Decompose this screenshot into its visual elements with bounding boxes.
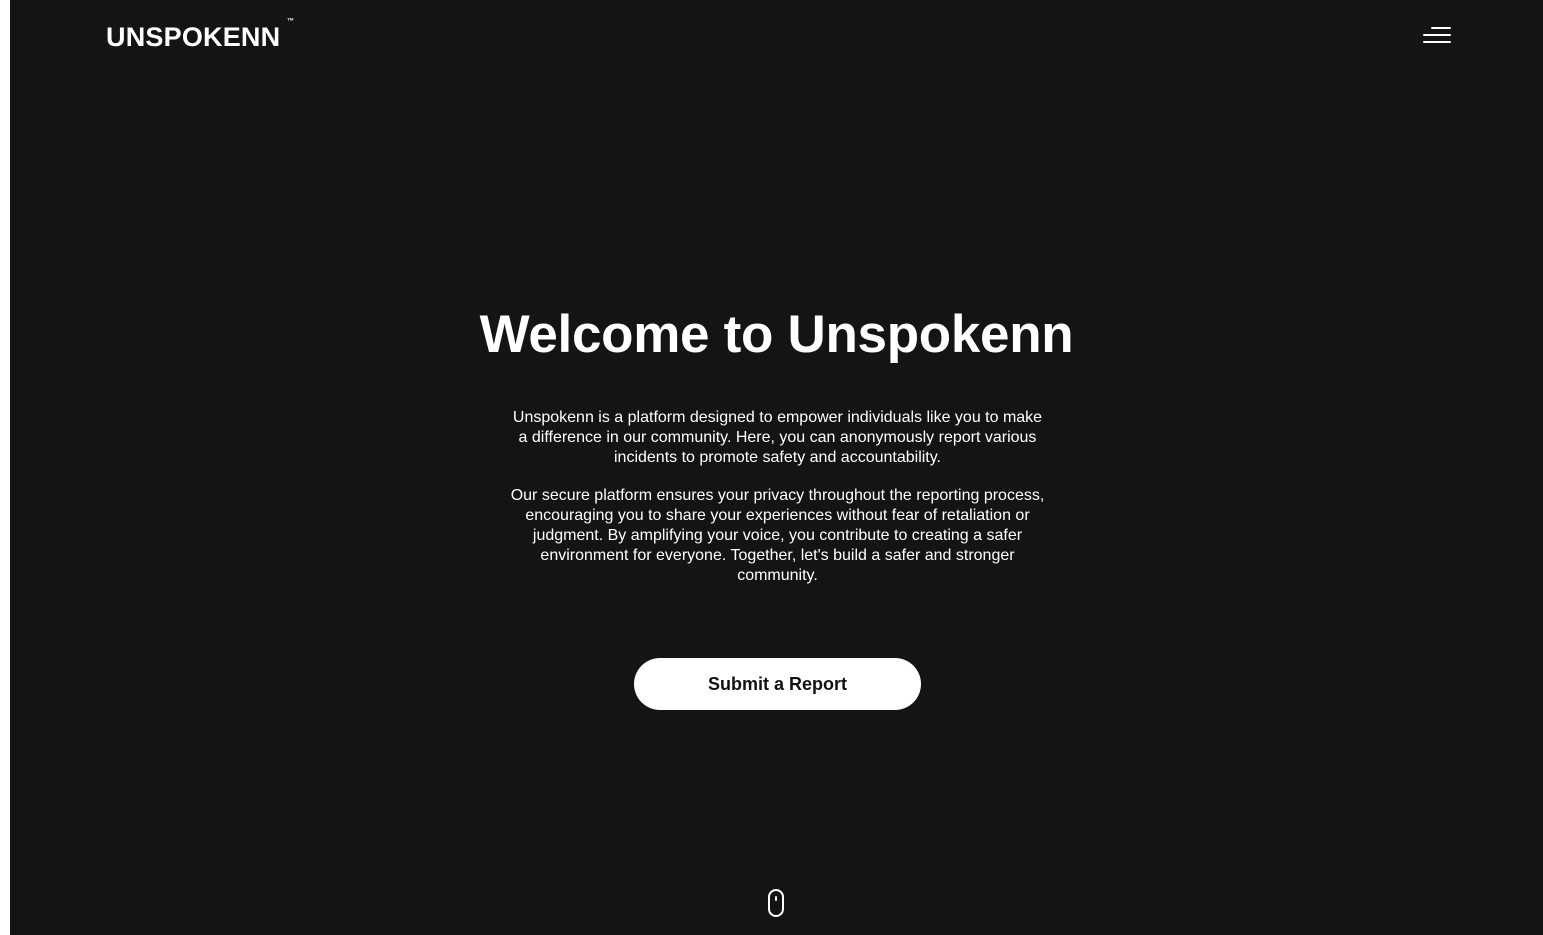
page: UNSPOKENN ™ Welcome to Unspokenn Unspoken… bbox=[10, 0, 1543, 935]
mouse-wheel bbox=[775, 896, 777, 901]
mouse-scroll-icon[interactable] bbox=[768, 889, 784, 917]
hero-intro-paragraph: Unspokenn is a platform designed to empo… bbox=[512, 409, 1043, 466]
hero-section: Welcome to Unspokenn Unspokenn is a plat… bbox=[10, 0, 1543, 935]
hero-privacy-paragraph: Our secure platform ensures your privacy… bbox=[510, 487, 1045, 584]
hero-title: Welcome to Unspokenn bbox=[479, 305, 1074, 364]
submit-report-button[interactable]: Submit a Report bbox=[634, 658, 921, 710]
